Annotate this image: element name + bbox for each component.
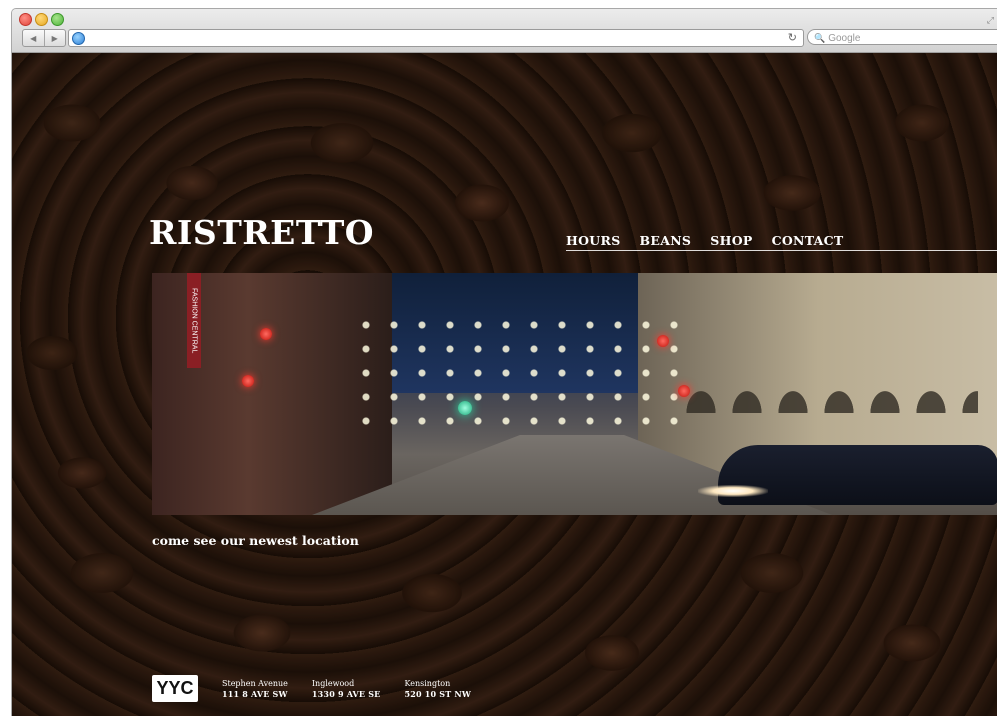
reload-button[interactable]: ↻	[788, 30, 797, 46]
browser-toolbar: ⤢ ◀ ▶ ↻ 🔍 Google	[12, 9, 997, 53]
close-window-button[interactable]	[19, 13, 32, 26]
search-placeholder: Google	[828, 33, 861, 44]
nav-shop[interactable]: SHOP	[710, 233, 752, 248]
back-button[interactable]: ◀	[23, 30, 45, 46]
location-stephen-avenue[interactable]: Stephen Avenue 111 8 AVE SW	[222, 679, 288, 699]
location-address: 1330 9 AVE SE	[311, 688, 381, 699]
search-field[interactable]: 🔍 Google	[807, 29, 997, 45]
browser-window: ⤢ ◀ ▶ ↻ 🔍 Google RISTRETTO HOURS BEANS SH…	[11, 8, 997, 716]
tagline: come see our newest location	[152, 533, 359, 548]
traffic-light-icon	[678, 385, 690, 397]
main-nav: HOURS BEANS SHOP CONTACT	[566, 233, 844, 248]
traffic-light-icon	[260, 328, 272, 340]
fullscreen-icon[interactable]: ⤢	[987, 15, 994, 26]
search-icon: 🔍	[814, 33, 826, 43]
site-logo[interactable]: RISTRETTO	[149, 213, 374, 252]
globe-icon	[72, 32, 85, 45]
nav-hours[interactable]: HOURS	[566, 233, 621, 248]
hero-photo: FASHION CENTRAL	[152, 273, 997, 515]
location-name: Inglewood	[311, 678, 355, 688]
address-bar[interactable]: ↻	[68, 29, 804, 47]
page-content: RISTRETTO HOURS BEANS SHOP CONTACT FASHI…	[12, 53, 997, 716]
history-buttons: ◀ ▶	[22, 29, 66, 47]
locations-footer: YYC Stephen Avenue 111 8 AVE SW Inglewoo…	[152, 675, 471, 702]
string-lights	[352, 313, 692, 433]
maximize-window-button[interactable]	[51, 13, 64, 26]
traffic-light-icon	[242, 375, 254, 387]
location-kensington[interactable]: Kensington 520 10 ST NW	[404, 679, 471, 699]
traffic-light-icon	[458, 401, 472, 415]
forward-button[interactable]: ▶	[45, 30, 66, 46]
minimize-window-button[interactable]	[35, 13, 48, 26]
location-name: Stephen Avenue	[222, 678, 288, 688]
location-address: 520 10 ST NW	[404, 688, 472, 699]
location-inglewood[interactable]: Inglewood 1330 9 AVE SE	[312, 679, 381, 699]
nav-contact[interactable]: CONTACT	[772, 233, 844, 248]
nav-divider	[566, 250, 997, 251]
location-name: Kensington	[404, 678, 451, 688]
location-address: 111 8 AVE SW	[222, 688, 288, 699]
city-badge: YYC	[152, 675, 198, 702]
hero-sign: FASHION CENTRAL	[187, 273, 201, 368]
traffic-light-icon	[657, 335, 669, 347]
nav-beans[interactable]: BEANS	[640, 233, 692, 248]
